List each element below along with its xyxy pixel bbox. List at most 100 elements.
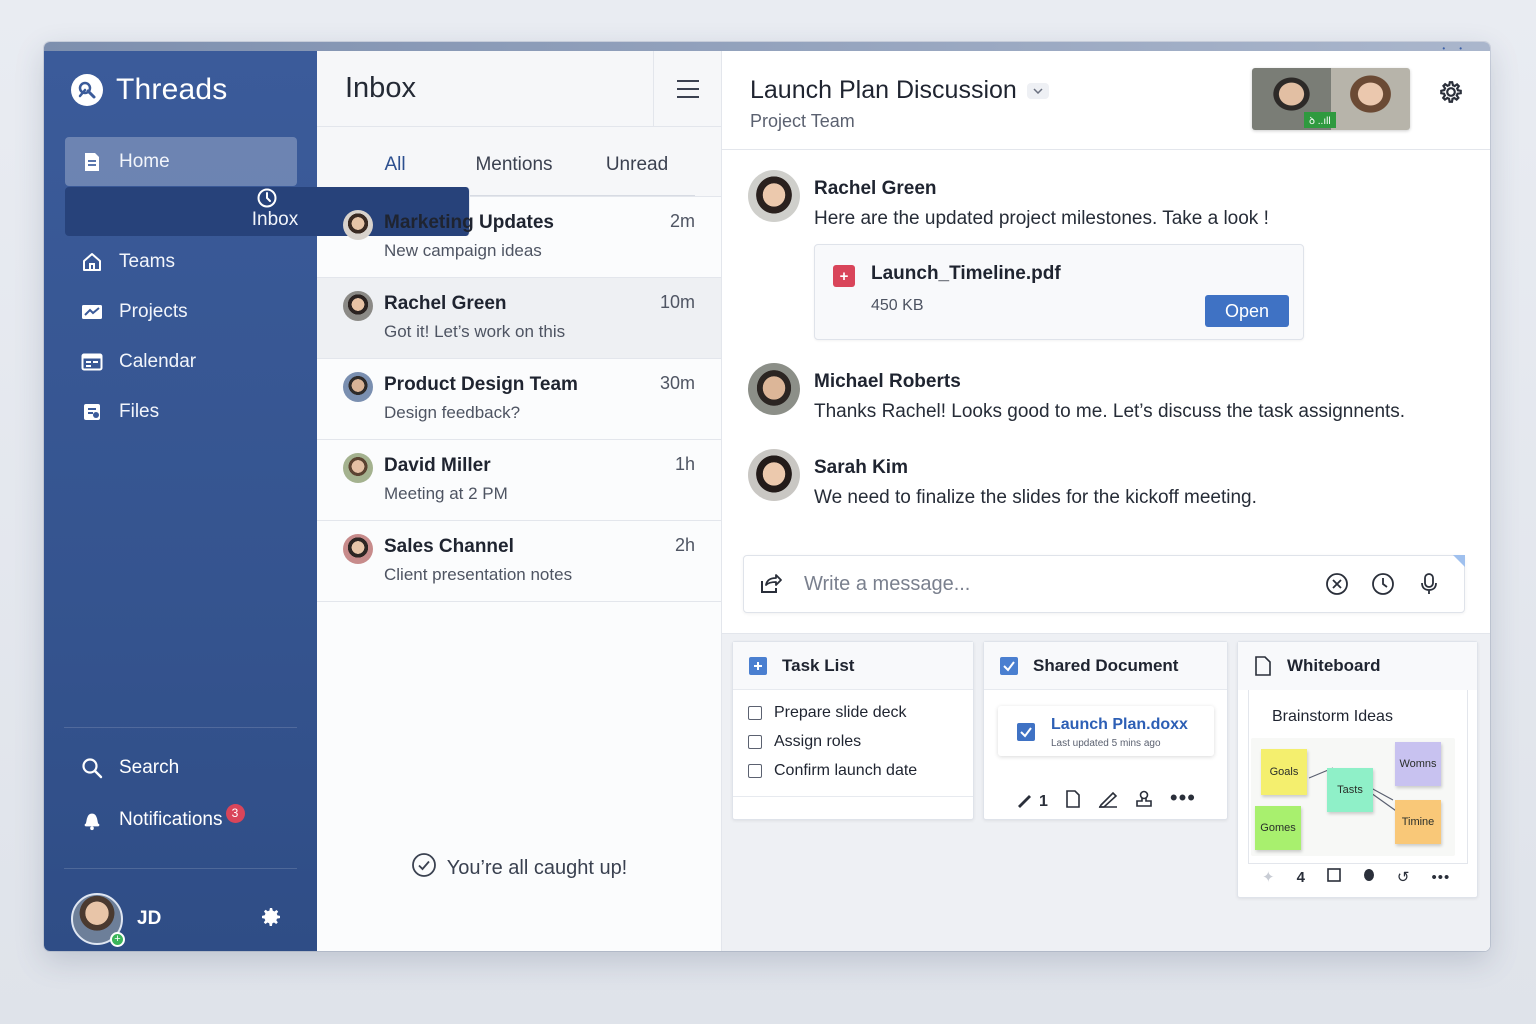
pointer-icon[interactable]: ✦ bbox=[1262, 868, 1275, 886]
house-icon bbox=[81, 251, 103, 273]
task-item[interactable]: Prepare slide deck bbox=[733, 698, 973, 727]
window-top-strip: •• bbox=[44, 42, 1490, 53]
thread-item-sales-channel[interactable]: Sales Channel 2h Client presentation not… bbox=[317, 521, 721, 602]
whiteboard-canvas-frame: Brainstorm Ideas Goals Tasts Womns Gomes… bbox=[1248, 690, 1468, 864]
attachment-filename: Launch_Timeline.pdf bbox=[871, 263, 1061, 284]
calendar-icon bbox=[81, 351, 103, 373]
thread-preview: Meeting at 2 PM bbox=[384, 484, 508, 503]
notifications-badge: 3 bbox=[225, 803, 245, 823]
page-icon[interactable] bbox=[1065, 790, 1081, 813]
caught-up-text: You’re all caught up! bbox=[446, 856, 628, 879]
sidebar-item-calendar[interactable]: Calendar bbox=[65, 337, 297, 386]
tab-unread[interactable]: Unread bbox=[581, 142, 693, 195]
message: Michael Roberts Thanks Rachel! Looks goo… bbox=[748, 363, 1490, 449]
task-label: Prepare slide deck bbox=[774, 703, 907, 721]
gear-icon[interactable] bbox=[259, 905, 283, 934]
settings-gear-icon[interactable] bbox=[1438, 79, 1464, 110]
thread-name: Sales Channel bbox=[384, 536, 514, 557]
thread-item-david-miller[interactable]: David Miller 1h Meeting at 2 PM bbox=[317, 440, 721, 521]
avatar bbox=[748, 363, 800, 415]
file-icon bbox=[81, 401, 103, 423]
more-icon[interactable]: ••• bbox=[1432, 869, 1451, 886]
message-input[interactable]: Write a message... bbox=[796, 573, 1314, 596]
sidebar-item-home[interactable]: Home bbox=[65, 137, 297, 186]
avatar: + bbox=[71, 893, 125, 947]
whiteboard-tool-number[interactable]: 4 bbox=[1297, 869, 1305, 886]
task-checkbox[interactable] bbox=[748, 734, 762, 749]
thread-time: 1h bbox=[674, 454, 695, 474]
sidebar-divider bbox=[64, 868, 297, 869]
sidebar-item-projects[interactable]: Projects bbox=[65, 287, 297, 336]
whiteboard-canvas[interactable]: Goals Tasts Womns Gomes Timine bbox=[1251, 738, 1455, 856]
message-composer[interactable]: Write a message... bbox=[743, 555, 1465, 613]
sticky-note[interactable]: Goals bbox=[1261, 749, 1307, 795]
sidebar-item-label: Projects bbox=[119, 300, 188, 322]
task-item[interactable]: Assign roles bbox=[733, 727, 973, 756]
task-list-card: Task List Prepare slide deck Assign role… bbox=[732, 641, 974, 820]
file-attachment[interactable]: + Launch_Timeline.pdf 450 KB Open bbox=[814, 244, 1304, 340]
sidebar-item-label: Teams bbox=[119, 250, 175, 272]
task-checkbox[interactable] bbox=[748, 705, 762, 720]
sidebar-item-teams[interactable]: Teams bbox=[65, 237, 297, 286]
conversation-subtitle: Project Team bbox=[750, 111, 855, 131]
mail-chart-icon bbox=[81, 301, 103, 323]
sidebar-item-files[interactable]: Files bbox=[65, 387, 297, 436]
inbox-title: Inbox bbox=[345, 72, 416, 104]
close-circle-icon[interactable] bbox=[1314, 572, 1360, 596]
online-status-icon: + bbox=[110, 932, 125, 947]
sticky-note[interactable]: Womns bbox=[1395, 742, 1441, 786]
sidebar-item-label: Inbox bbox=[251, 209, 299, 230]
signature-icon[interactable] bbox=[1098, 790, 1118, 813]
menu-icon[interactable] bbox=[653, 50, 721, 127]
avatar bbox=[343, 372, 373, 402]
undo-icon[interactable]: ↺ bbox=[1397, 868, 1410, 886]
check-circle-icon bbox=[411, 852, 437, 884]
document-item[interactable]: Launch Plan.doxx Last updated 5 mins ago bbox=[998, 706, 1214, 756]
widgets-area: Task List Prepare slide deck Assign role… bbox=[722, 633, 1490, 951]
message-list: Rachel Green Here are the updated projec… bbox=[722, 150, 1490, 555]
attach-icon[interactable] bbox=[746, 573, 796, 595]
video-call-preview[interactable]: ꝺ ..ıll bbox=[1252, 68, 1410, 130]
message: Sarah Kim We need to finalize the slides… bbox=[748, 449, 1490, 509]
message: Rachel Green Here are the updated projec… bbox=[748, 170, 1490, 363]
video-participant bbox=[1331, 68, 1410, 130]
app-window: •• Threads Home Inbox Teams Projects Cal… bbox=[44, 42, 1490, 951]
thread-item-rachel-green[interactable]: Rachel Green 10m Got it! Let’s work on t… bbox=[317, 278, 721, 359]
task-check-icon bbox=[748, 656, 768, 676]
open-button[interactable]: Open bbox=[1205, 295, 1289, 327]
inbox-panel: Inbox All Mentions Unread Marketing Upda… bbox=[317, 50, 722, 951]
schedule-clock-icon[interactable] bbox=[1360, 572, 1406, 596]
more-icon[interactable]: ••• bbox=[1170, 785, 1196, 811]
sidebar-notifications[interactable]: Notifications 3 bbox=[44, 794, 317, 846]
shared-document-card: Shared Document Launch Plan.doxx Last up… bbox=[983, 641, 1228, 820]
document-updated: Last updated 5 mins ago bbox=[1051, 738, 1161, 749]
thread-name: David Miller bbox=[384, 455, 491, 476]
message-author: Rachel Green bbox=[814, 178, 937, 199]
whiteboard-page-icon bbox=[1253, 656, 1273, 676]
stamp-icon[interactable] bbox=[1135, 790, 1153, 813]
sticky-note[interactable]: Timine bbox=[1395, 800, 1441, 844]
thread-item-product-design-team[interactable]: Product Design Team 30m Design feedback? bbox=[317, 359, 721, 440]
sticky-note[interactable]: Gomes bbox=[1255, 806, 1301, 850]
task-item[interactable]: Confirm launch date bbox=[733, 756, 973, 785]
whiteboard-board-title: Brainstorm Ideas bbox=[1272, 708, 1393, 725]
chevron-down-icon[interactable] bbox=[1026, 82, 1049, 99]
word-doc-icon bbox=[1016, 722, 1036, 747]
sidebar-search[interactable]: Search bbox=[44, 742, 317, 794]
thread-item-marketing-updates[interactable]: Marketing Updates 2m New campaign ideas bbox=[317, 197, 721, 278]
shape-fill-icon[interactable] bbox=[1363, 868, 1375, 886]
attachment-size: 450 KB bbox=[871, 297, 924, 314]
document-tool-number[interactable]: 1 bbox=[1039, 793, 1048, 811]
pen-icon[interactable] bbox=[1016, 790, 1034, 813]
sidebar-nav: Home Inbox Teams Projects Calendar Files bbox=[44, 137, 470, 437]
thread-name: Product Design Team bbox=[384, 374, 578, 395]
thread-time: 30m bbox=[659, 373, 695, 393]
sticky-note[interactable]: Tasts bbox=[1327, 768, 1373, 812]
square-icon[interactable] bbox=[1327, 868, 1341, 886]
microphone-icon[interactable] bbox=[1406, 572, 1452, 596]
user-profile[interactable]: + JD bbox=[44, 889, 317, 949]
message-text: We need to finalize the slides for the k… bbox=[814, 487, 1257, 508]
thread-preview: Design feedback? bbox=[384, 403, 521, 422]
task-label: Assign roles bbox=[774, 732, 862, 750]
task-checkbox[interactable] bbox=[748, 763, 762, 778]
